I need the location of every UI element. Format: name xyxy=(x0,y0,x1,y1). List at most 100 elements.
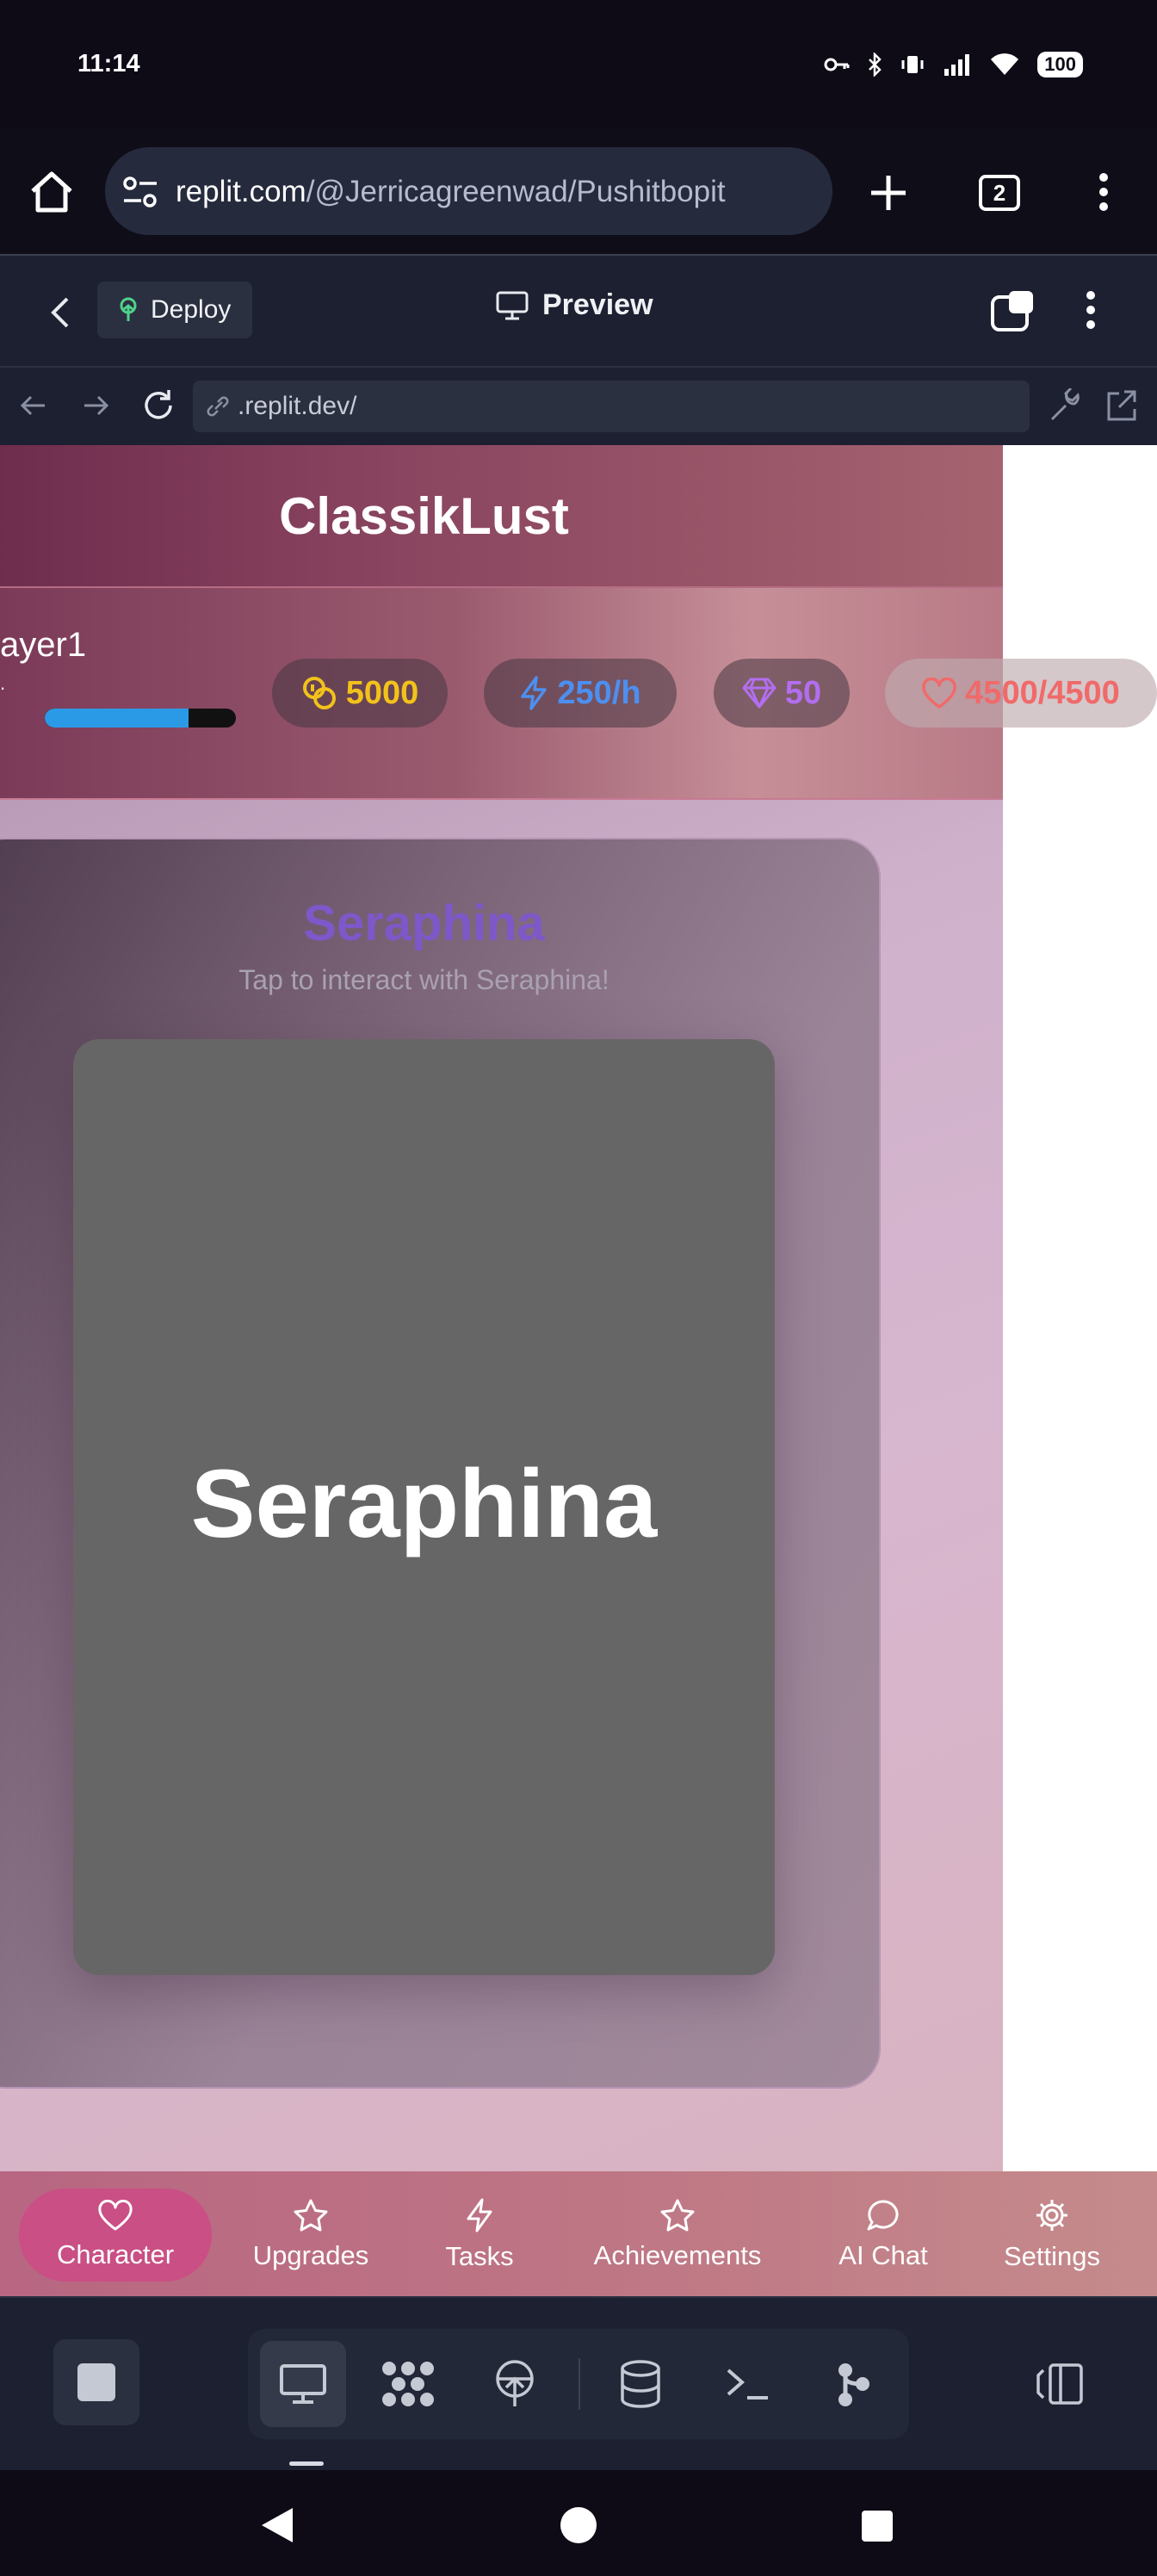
heart-icon xyxy=(98,2200,133,2231)
status-icons: 100 xyxy=(824,52,1083,77)
devtools-wrench-icon[interactable] xyxy=(1049,388,1081,423)
monitor-icon xyxy=(496,291,529,319)
gems-stat: 50 xyxy=(714,659,850,728)
gem-icon xyxy=(742,678,776,709)
home-icon[interactable] xyxy=(29,170,74,214)
git-icon xyxy=(838,2363,869,2406)
coins-stat: 5000 xyxy=(272,659,448,728)
chat-bubble-icon xyxy=(867,2200,899,2231)
deploy-button[interactable]: Deploy xyxy=(97,282,252,338)
coins-icon xyxy=(302,677,336,709)
site-settings-icon[interactable] xyxy=(122,175,158,209)
android-nav-bar xyxy=(0,2470,1157,2576)
url-host: replit.com xyxy=(176,175,306,208)
database-icon xyxy=(621,2360,660,2408)
tool-git[interactable] xyxy=(811,2341,897,2427)
preview-url-bar: .replit.dev/ xyxy=(0,366,1157,445)
key-icon xyxy=(824,58,850,71)
browser-menu-icon[interactable] xyxy=(1098,172,1109,212)
nav-ai-chat-label: AI Chat xyxy=(838,2240,928,2270)
tool-database[interactable] xyxy=(597,2341,684,2427)
tool-group xyxy=(248,2329,909,2439)
gems-value: 50 xyxy=(784,674,822,711)
health-value: 4500/4500 xyxy=(965,674,1120,711)
android-home-icon[interactable] xyxy=(560,2506,597,2544)
lightning-icon xyxy=(521,676,548,710)
reload-icon[interactable] xyxy=(141,388,176,423)
nav-achievements[interactable]: Achievements xyxy=(578,2189,776,2282)
tool-deployments[interactable] xyxy=(472,2341,558,2427)
stop-button[interactable] xyxy=(53,2339,139,2425)
nav-tasks-label: Tasks xyxy=(445,2241,514,2271)
tabs-overview-icon[interactable] xyxy=(990,288,1036,333)
preview-menu-icon[interactable] xyxy=(1086,290,1096,330)
replit-bottom-toolbar xyxy=(0,2296,1157,2470)
tool-divider xyxy=(578,2358,580,2410)
nav-ai-chat[interactable]: AI Chat xyxy=(826,2189,940,2282)
xp-progress-fill xyxy=(45,709,189,728)
nav-upgrades[interactable]: Upgrades xyxy=(241,2189,381,2282)
character-subtitle: Tap to interact with Seraphina! xyxy=(238,964,609,995)
battery-indicator: 100 xyxy=(1037,52,1083,77)
app-bottom-nav: Character Upgrades Tasks Achievements AI… xyxy=(0,2171,1157,2296)
nav-settings[interactable]: Settings xyxy=(992,2189,1112,2282)
agent-icon xyxy=(382,2362,434,2406)
stop-icon xyxy=(77,2363,115,2401)
tool-shell[interactable] xyxy=(704,2341,790,2427)
active-tool-indicator xyxy=(289,2461,324,2466)
app-preview: ClassikLust ayer1 . 5000 250/h 50 4500/4… xyxy=(0,445,1157,2296)
player-level: . xyxy=(0,672,6,694)
coins-value: 5000 xyxy=(345,674,419,711)
preview-url-field[interactable]: .replit.dev/ xyxy=(193,381,1030,432)
energy-rate-stat: 250/h xyxy=(484,659,677,728)
character-name: Seraphina xyxy=(303,895,545,951)
app-header: ClassikLust xyxy=(0,445,1003,588)
health-stat: 4500/4500 xyxy=(885,659,1157,728)
panel-toggle-icon[interactable] xyxy=(1035,2362,1085,2406)
wifi-icon xyxy=(991,53,1019,75)
nav-upgrades-label: Upgrades xyxy=(252,2240,369,2270)
terminal-icon xyxy=(727,2369,768,2400)
nav-tasks[interactable]: Tasks xyxy=(430,2189,529,2282)
heart-icon xyxy=(922,678,957,709)
forward-arrow-icon[interactable] xyxy=(83,393,110,418)
character-card-label: Seraphina xyxy=(190,1450,658,1557)
energy-rate-value: 250/h xyxy=(557,674,641,711)
deploy-icon xyxy=(120,297,137,321)
preview-label: Preview xyxy=(542,288,653,321)
nav-settings-label: Settings xyxy=(1003,2241,1100,2271)
replit-header: Deploy Preview xyxy=(0,254,1157,366)
browser-toolbar: replit.com/@Jerricagreenwad/Pushitbopit … xyxy=(0,129,1157,254)
lightning-icon xyxy=(467,2198,492,2232)
signal-icon xyxy=(944,54,970,76)
link-icon xyxy=(207,396,229,417)
nav-character-label: Character xyxy=(56,2239,175,2269)
tool-agent[interactable] xyxy=(365,2341,451,2427)
open-external-icon[interactable] xyxy=(1105,388,1138,423)
address-bar[interactable]: replit.com/@Jerricagreenwad/Pushitbopit xyxy=(105,147,832,235)
nav-achievements-label: Achievements xyxy=(593,2240,762,2270)
android-recents-icon[interactable] xyxy=(861,2510,894,2542)
new-tab-icon[interactable] xyxy=(869,174,907,212)
preview-url-text: .replit.dev/ xyxy=(238,392,357,420)
nav-character[interactable]: Character xyxy=(19,2189,212,2282)
status-bar: 11:14 100 xyxy=(0,0,1157,129)
back-arrow-icon[interactable] xyxy=(19,393,46,418)
character-card[interactable]: Seraphina xyxy=(73,1039,775,1975)
url-path: /@Jerricagreenwad/Pushitbopit xyxy=(306,175,726,208)
deploy-label: Deploy xyxy=(151,295,232,324)
tabs-count-button[interactable]: 2 xyxy=(979,175,1020,211)
star-icon xyxy=(294,2199,328,2232)
deploy-icon xyxy=(496,2360,534,2406)
preview-title: Preview xyxy=(496,288,653,322)
bluetooth-icon xyxy=(869,53,882,77)
android-back-icon[interactable] xyxy=(260,2506,294,2544)
tool-preview[interactable] xyxy=(260,2341,346,2427)
status-time: 11:14 xyxy=(77,50,140,77)
app-title: ClassikLust xyxy=(279,487,569,545)
star-icon xyxy=(660,2199,695,2232)
vibrate-icon xyxy=(901,56,924,73)
player-name: ayer1 xyxy=(0,626,87,664)
url-text: replit.com/@Jerricagreenwad/Pushitbopit xyxy=(176,175,726,209)
back-chevron-icon[interactable] xyxy=(50,297,71,328)
